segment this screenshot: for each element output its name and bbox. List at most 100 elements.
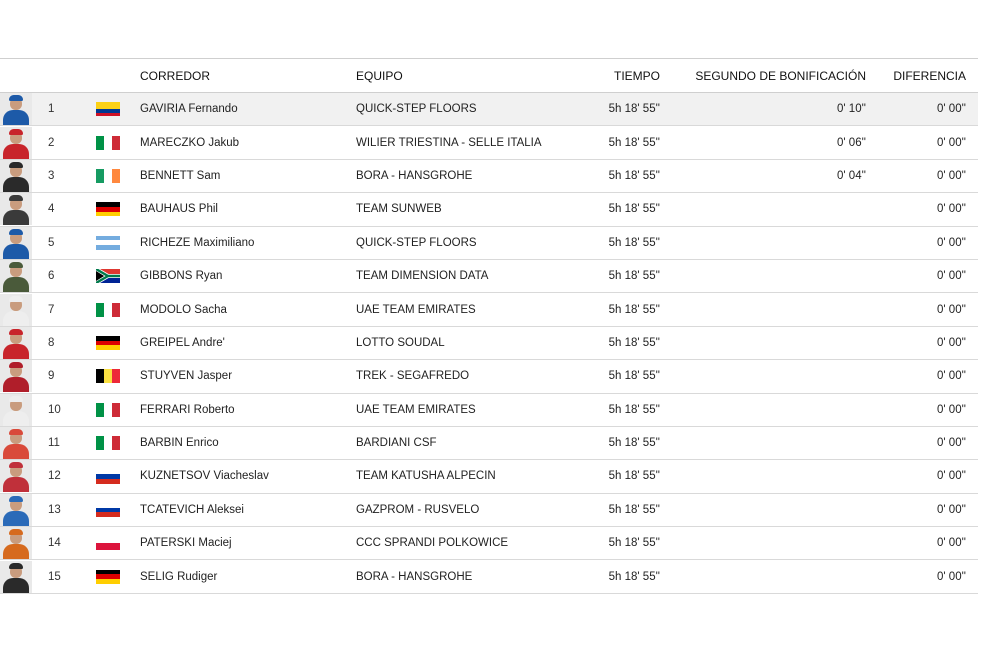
table-row[interactable]: 10 FERRARI Roberto UAE TEAM EMIRATES 5h …	[0, 393, 978, 427]
avatar	[0, 159, 32, 192]
rider-photo[interactable]	[0, 260, 33, 293]
position: 7	[48, 303, 55, 316]
rider-photo[interactable]	[0, 460, 33, 493]
diff-value: 0' 00''	[937, 403, 966, 416]
bonus-value: 0' 10''	[837, 103, 866, 116]
position: 14	[48, 537, 61, 550]
rider-name-link[interactable]: SELIG Rudiger	[140, 560, 340, 592]
flag-ireland-icon	[96, 160, 122, 192]
bonus-value	[700, 494, 866, 526]
position: 9	[48, 370, 55, 383]
table-row[interactable]: 11 BARBIN Enrico BARDIANI CSF 5h 18' 55'…	[0, 427, 978, 461]
flag-italy-icon	[96, 126, 122, 158]
rider-name-link[interactable]: MARECZKO Jakub	[140, 126, 340, 158]
rider-photo[interactable]	[0, 93, 33, 126]
header-bonus[interactable]: SEGUNDO DE BONIFICACIÓN	[695, 59, 866, 92]
time-value: 5h 18' 55''	[608, 403, 660, 416]
table-row[interactable]: 7 MODOLO Sacha UAE TEAM EMIRATES 5h 18' …	[0, 293, 978, 327]
time-value: 5h 18' 55''	[608, 103, 660, 116]
position: 5	[48, 236, 55, 249]
header-rider[interactable]: CORREDOR	[140, 59, 340, 92]
diff-value: 0' 00''	[937, 236, 966, 249]
rider-photo[interactable]	[0, 560, 33, 593]
table-row[interactable]: 1 GAVIRIA Fernando QUICK-STEP FLOORS 5h …	[0, 93, 978, 127]
bonus-value	[700, 260, 866, 292]
diff-value: 0' 00''	[937, 470, 966, 483]
table-row[interactable]: 6 GIBBONS Ryan TEAM DIMENSION DATA 5h 18…	[0, 260, 978, 294]
rider-name-link[interactable]: MODOLO Sacha	[140, 293, 340, 325]
rider-photo[interactable]	[0, 326, 33, 359]
diff-value: 0' 00''	[937, 336, 966, 349]
flag-poland-icon	[96, 527, 122, 559]
bonus-value	[700, 227, 866, 259]
time-value: 5h 18' 55''	[608, 270, 660, 283]
bonus-value	[700, 394, 866, 426]
diff-value: 0' 00''	[937, 103, 966, 116]
table-header: CORREDOR EQUIPO TIEMPO SEGUNDO DE BONIFI…	[0, 59, 978, 93]
table-row[interactable]: 4 BAUHAUS Phil TEAM SUNWEB 5h 18' 55'' 0…	[0, 193, 978, 227]
table-row[interactable]: 15 SELIG Rudiger BORA - HANSGROHE 5h 18'…	[0, 560, 978, 594]
table-row[interactable]: 12 KUZNETSOV Viacheslav TEAM KATUSHA ALP…	[0, 460, 978, 494]
diff-value: 0' 00''	[937, 570, 966, 583]
flag-belgium-icon	[96, 360, 122, 392]
rider-name-link[interactable]: BENNETT Sam	[140, 160, 340, 192]
table-row[interactable]: 3 BENNETT Sam BORA - HANSGROHE 5h 18' 55…	[0, 159, 978, 194]
flag-italy-icon	[96, 427, 122, 459]
rider-photo[interactable]	[0, 527, 33, 560]
rider-photo[interactable]	[0, 360, 33, 393]
position: 4	[48, 203, 55, 216]
table-row[interactable]: 5 RICHEZE Maximiliano QUICK-STEP FLOORS …	[0, 226, 978, 260]
table-row[interactable]: 2 MARECZKO Jakub WILIER TRIESTINA - SELL…	[0, 126, 978, 160]
rider-name-link[interactable]: FERRARI Roberto	[140, 394, 340, 426]
rider-photo[interactable]	[0, 126, 33, 159]
table-row[interactable]: 8 GREIPEL Andre' LOTTO SOUDAL 5h 18' 55'…	[0, 326, 978, 361]
rider-name-link[interactable]: BARBIN Enrico	[140, 427, 340, 459]
bonus-value	[700, 360, 866, 392]
time-value: 5h 18' 55''	[608, 169, 660, 182]
rider-photo[interactable]	[0, 493, 33, 526]
position: 2	[48, 136, 55, 149]
bonus-value	[700, 460, 866, 492]
diff-value: 0' 00''	[937, 537, 966, 550]
rider-photo[interactable]	[0, 427, 33, 460]
rider-name-link[interactable]: GAVIRIA Fernando	[140, 93, 340, 125]
rider-name-link[interactable]: KUZNETSOV Viacheslav	[140, 460, 340, 492]
table-row[interactable]: 14 PATERSKI Maciej CCC SPRANDI POLKOWICE…	[0, 527, 978, 561]
position: 12	[48, 470, 61, 483]
rider-photo[interactable]	[0, 226, 33, 259]
flag-colombia-icon	[96, 93, 122, 125]
header-time[interactable]: TIEMPO	[560, 59, 660, 92]
position: 3	[48, 169, 55, 182]
flag-russia-icon	[96, 494, 122, 526]
bonus-value: 0' 04''	[837, 169, 866, 182]
avatar	[0, 293, 32, 326]
rider-photo[interactable]	[0, 293, 33, 326]
header-diff[interactable]: DIFERENCIA	[880, 59, 966, 92]
avatar	[0, 493, 32, 526]
flag-germany-icon	[96, 327, 122, 359]
rider-photo[interactable]	[0, 393, 33, 426]
time-value: 5h 18' 55''	[608, 570, 660, 583]
avatar	[0, 427, 32, 460]
position: 11	[48, 437, 60, 450]
rider-name-link[interactable]: GREIPEL Andre'	[140, 327, 340, 359]
rider-name-link[interactable]: BAUHAUS Phil	[140, 193, 340, 225]
rider-photo[interactable]	[0, 193, 33, 226]
rider-photo[interactable]	[0, 159, 33, 192]
avatar	[0, 126, 32, 159]
rider-name-link[interactable]: STUYVEN Jasper	[140, 360, 340, 392]
classification-table: CORREDOR EQUIPO TIEMPO SEGUNDO DE BONIFI…	[0, 58, 978, 594]
rider-name-link[interactable]: GIBBONS Ryan	[140, 260, 340, 292]
position: 8	[48, 336, 55, 349]
table-row[interactable]: 9 STUYVEN Jasper TREK - SEGAFREDO 5h 18'…	[0, 360, 978, 394]
bonus-value	[700, 560, 866, 592]
rider-name-link[interactable]: PATERSKI Maciej	[140, 527, 340, 559]
rider-name-link[interactable]: RICHEZE Maximiliano	[140, 227, 340, 259]
diff-value: 0' 00''	[937, 169, 966, 182]
avatar	[0, 260, 32, 293]
flag-southafrica-icon	[96, 260, 122, 292]
position: 1	[48, 103, 55, 116]
table-body: 1 GAVIRIA Fernando QUICK-STEP FLOORS 5h …	[0, 93, 978, 594]
table-row[interactable]: 13 TCATEVICH Aleksei GAZPROM - RUSVELO 5…	[0, 493, 978, 528]
rider-name-link[interactable]: TCATEVICH Aleksei	[140, 494, 340, 526]
